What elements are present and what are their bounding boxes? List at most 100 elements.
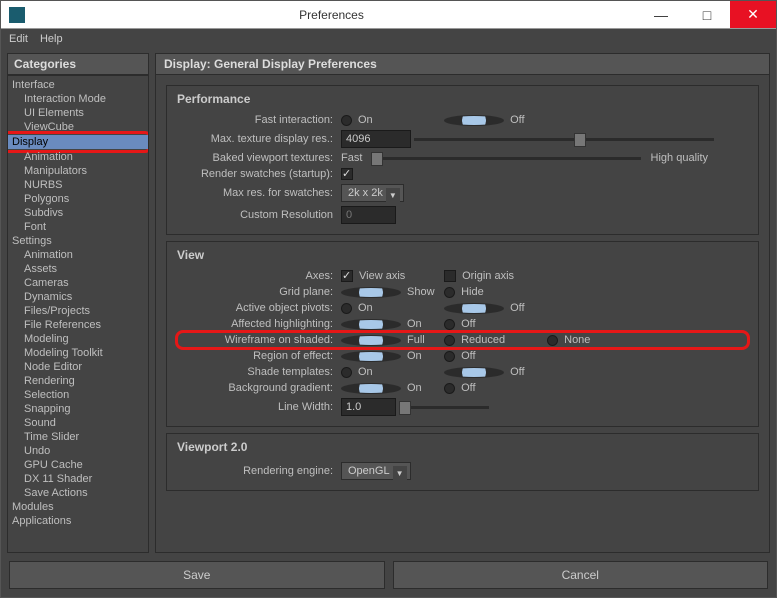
category-item[interactable]: Assets — [8, 262, 148, 276]
axes-view-check[interactable]: View axis — [341, 270, 441, 282]
region-off[interactable]: Off — [444, 350, 544, 362]
wireframe-reduced[interactable]: Reduced — [444, 334, 544, 346]
wireframe-label: Wireframe on shaded: — [177, 332, 337, 348]
pivot-off[interactable]: Off — [444, 302, 544, 314]
menu-help[interactable]: Help — [40, 33, 63, 45]
pivot-label: Active object pivots: — [177, 300, 337, 316]
affected-off[interactable]: Off — [444, 318, 544, 330]
fast-interaction-off[interactable]: Off — [444, 114, 544, 126]
category-item[interactable]: Modeling — [8, 332, 148, 346]
baked-slider[interactable] — [371, 157, 641, 160]
baked-left-label: Fast — [341, 152, 362, 164]
linew-label: Line Width: — [177, 396, 337, 418]
category-item[interactable]: Animation — [8, 150, 148, 164]
category-item[interactable]: Manipulators — [8, 164, 148, 178]
maxtex-input[interactable] — [341, 130, 411, 148]
axes-origin-check[interactable]: Origin axis — [444, 270, 544, 282]
content-header: Display: General Display Preferences — [155, 53, 770, 75]
wireframe-full[interactable]: Full — [341, 334, 441, 346]
shade-on[interactable]: On — [341, 366, 441, 378]
category-item[interactable]: DX 11 Shader — [8, 472, 148, 486]
swatch-checkbox[interactable] — [341, 168, 353, 180]
chevron-down-icon: ▼ — [386, 188, 400, 202]
category-item[interactable]: Cameras — [8, 276, 148, 290]
wireframe-none[interactable]: None — [547, 334, 647, 346]
category-item[interactable]: Polygons — [8, 192, 148, 206]
category-item[interactable]: File References — [8, 318, 148, 332]
bg-label: Background gradient: — [177, 380, 337, 396]
maxtex-label: Max. texture display res.: — [177, 128, 337, 150]
bg-off[interactable]: Off — [444, 382, 544, 394]
swatchres-select[interactable]: 2k x 2k▼ — [341, 184, 404, 202]
category-item[interactable]: Sound — [8, 416, 148, 430]
cancel-button[interactable]: Cancel — [393, 561, 769, 589]
axes-label: Axes: — [177, 268, 337, 284]
maxtex-slider[interactable] — [414, 138, 714, 141]
category-item[interactable]: UI Elements — [8, 106, 148, 120]
categories-panel: Categories InterfaceInteraction ModeUI E… — [7, 53, 149, 553]
preferences-window: Preferences — □ ✕ Edit Help Categories I… — [0, 0, 777, 598]
minimize-button[interactable]: — — [638, 1, 684, 28]
category-item[interactable]: GPU Cache — [8, 458, 148, 472]
category-item[interactable]: Dynamics — [8, 290, 148, 304]
category-item[interactable]: Selection — [8, 388, 148, 402]
save-button[interactable]: Save — [9, 561, 385, 589]
affected-on[interactable]: On — [341, 318, 441, 330]
category-item[interactable]: Time Slider — [8, 430, 148, 444]
category-item[interactable]: Applications — [8, 514, 148, 528]
region-on[interactable]: On — [341, 350, 441, 362]
titlebar[interactable]: Preferences — □ ✕ — [1, 1, 776, 29]
button-row: Save Cancel — [1, 553, 776, 597]
affected-label: Affected highlighting: — [177, 316, 337, 332]
category-item[interactable]: Node Editor — [8, 360, 148, 374]
menu-edit[interactable]: Edit — [9, 33, 28, 45]
category-item[interactable]: Font — [8, 220, 148, 234]
window-title: Preferences — [25, 8, 638, 22]
content-body: Performance Fast interaction: On Off Max… — [155, 75, 770, 553]
linew-slider[interactable] — [399, 406, 489, 409]
category-item[interactable]: Settings — [8, 234, 148, 248]
categories-header: Categories — [7, 53, 149, 75]
baked-label: Baked viewport textures: — [177, 150, 337, 166]
engine-label: Rendering engine: — [177, 460, 337, 482]
category-item[interactable]: Interaction Mode — [8, 92, 148, 106]
menubar: Edit Help — [1, 29, 776, 49]
category-item[interactable]: Save Actions — [8, 486, 148, 500]
category-item[interactable]: Files/Projects — [8, 304, 148, 318]
content-panel: Display: General Display Preferences Per… — [155, 53, 770, 553]
engine-select[interactable]: OpenGL▼ — [341, 462, 411, 480]
maximize-button[interactable]: □ — [684, 1, 730, 28]
category-item[interactable]: Undo — [8, 444, 148, 458]
customres-label: Custom Resolution — [177, 204, 337, 226]
category-item[interactable]: Modeling Toolkit — [8, 346, 148, 360]
category-item[interactable]: Snapping — [8, 402, 148, 416]
category-item[interactable]: Interface — [8, 78, 148, 92]
region-label: Region of effect: — [177, 348, 337, 364]
category-item[interactable]: Display — [8, 135, 148, 149]
group-viewport2: Viewport 2.0 Rendering engine: OpenGL▼ — [166, 433, 759, 491]
chevron-down-icon: ▼ — [393, 466, 407, 480]
swatchres-label: Max res. for swatches: — [177, 182, 337, 204]
swatch-label: Render swatches (startup): — [177, 166, 337, 182]
linew-input[interactable] — [341, 398, 396, 416]
customres-input — [341, 206, 396, 224]
group-title-viewport2: Viewport 2.0 — [177, 440, 748, 454]
category-item[interactable]: NURBS — [8, 178, 148, 192]
baked-right-label: High quality — [651, 152, 708, 164]
category-item[interactable]: Animation — [8, 248, 148, 262]
group-title-view: View — [177, 248, 748, 262]
close-button[interactable]: ✕ — [730, 1, 776, 28]
grid-label: Grid plane: — [177, 284, 337, 300]
fast-interaction-on[interactable]: On — [341, 114, 441, 126]
category-item[interactable]: Rendering — [8, 374, 148, 388]
fast-interaction-label: Fast interaction: — [177, 112, 337, 128]
bg-on[interactable]: On — [341, 382, 441, 394]
app-icon — [9, 7, 25, 23]
shade-off[interactable]: Off — [444, 366, 544, 378]
grid-hide[interactable]: Hide — [444, 286, 544, 298]
categories-list[interactable]: InterfaceInteraction ModeUI ElementsView… — [7, 75, 149, 553]
category-item[interactable]: Subdivs — [8, 206, 148, 220]
category-item[interactable]: Modules — [8, 500, 148, 514]
grid-show[interactable]: Show — [341, 286, 441, 298]
pivot-on[interactable]: On — [341, 302, 441, 314]
